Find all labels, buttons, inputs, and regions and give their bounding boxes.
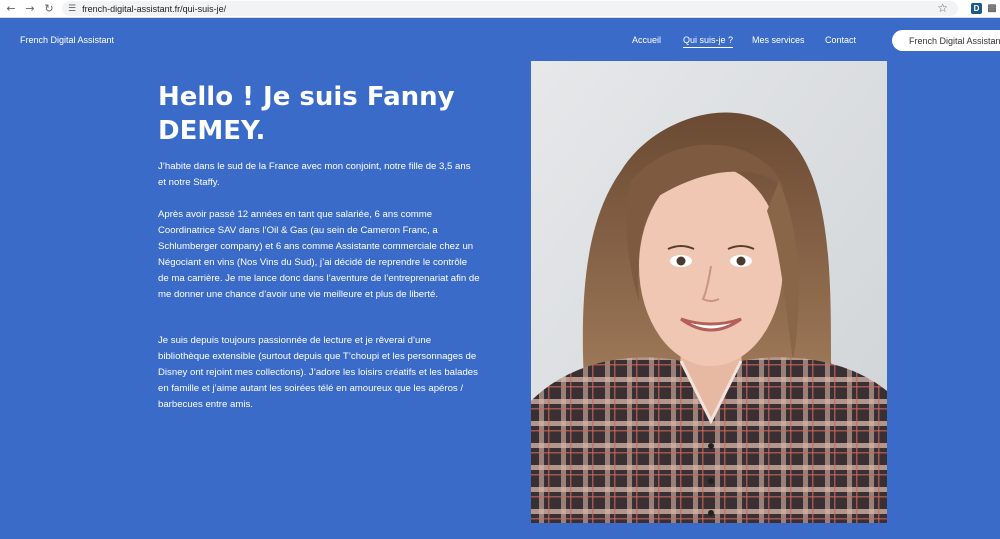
menu-item-accueil[interactable]: Accueil (632, 35, 661, 45)
browser-toolbar: ← → ↻ ☰ french-digital-assistant.fr/qui-… (0, 0, 1000, 18)
extensions-puzzle-icon[interactable]: ▩ (986, 2, 998, 15)
address-bar[interactable]: ☰ french-digital-assistant.fr/qui-suis-j… (62, 1, 958, 16)
menu-item-mes-services[interactable]: Mes services (752, 35, 805, 45)
site-info-icon[interactable]: ☰ (68, 4, 76, 14)
site-brand[interactable]: French Digital Assistant (20, 35, 114, 45)
menu-item-qui-suis-je[interactable]: Qui suis-je ? (683, 35, 734, 48)
intro-paragraph: J’habite dans le sud de la France avec m… (158, 161, 471, 188)
portrait-illustration (531, 61, 887, 523)
back-icon[interactable]: ← (3, 1, 19, 17)
hobbies-paragraph: Je suis depuis toujours passionnée de le… (158, 335, 478, 410)
extension-icon[interactable]: D (971, 3, 982, 14)
career-paragraph: Après avoir passé 12 années en tant que … (158, 209, 480, 300)
forward-icon[interactable]: → (22, 1, 38, 17)
menu-item-contact[interactable]: Contact (825, 35, 856, 45)
bookmark-star-icon[interactable]: ☆ (937, 1, 948, 15)
page-title: Hello ! Je suis Fanny DEMEY. (158, 82, 455, 146)
url-text: french-digital-assistant.fr/qui-suis-je/ (82, 3, 227, 14)
portrait-photo (531, 61, 887, 523)
header-cta-button[interactable]: French Digital Assistant (892, 30, 1000, 51)
reload-icon[interactable]: ↻ (41, 1, 57, 17)
